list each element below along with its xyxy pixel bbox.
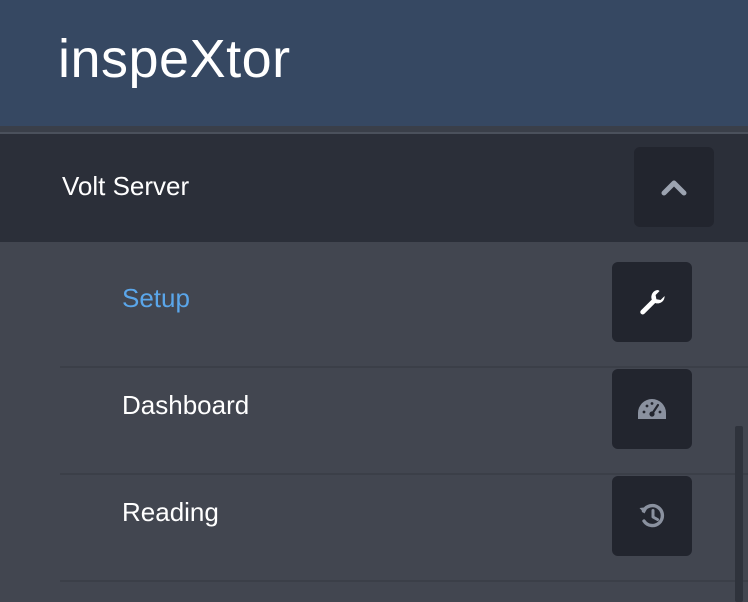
menu-divider xyxy=(60,580,748,582)
app-root: inspeXtor Volt Server Setup Dashboard Re… xyxy=(0,0,748,602)
menu-item-label: Reading xyxy=(122,497,219,527)
section-title: Volt Server xyxy=(62,171,190,201)
app-title: inspeXtor xyxy=(58,29,291,89)
menu-item-reading[interactable]: Reading xyxy=(0,456,748,563)
setup-button[interactable] xyxy=(612,262,692,342)
history-icon xyxy=(639,503,665,528)
collapse-button[interactable] xyxy=(634,147,714,227)
wrench-icon xyxy=(640,290,665,315)
menu-item-dashboard[interactable]: Dashboard xyxy=(0,349,748,456)
submenu: Setup Dashboard Reading xyxy=(0,242,748,602)
menu-item-label: Dashboard xyxy=(122,390,250,420)
reading-button[interactable] xyxy=(612,476,692,556)
menu-item-setup[interactable]: Setup xyxy=(0,242,748,349)
app-header: inspeXtor xyxy=(0,0,748,126)
chevron-up-icon xyxy=(661,180,687,196)
dashboard-icon xyxy=(638,399,666,419)
section-header-volt-server[interactable]: Volt Server xyxy=(0,134,748,242)
scrollbar[interactable] xyxy=(735,426,743,602)
menu-item-label: Setup xyxy=(122,283,190,313)
dashboard-button[interactable] xyxy=(612,369,692,449)
